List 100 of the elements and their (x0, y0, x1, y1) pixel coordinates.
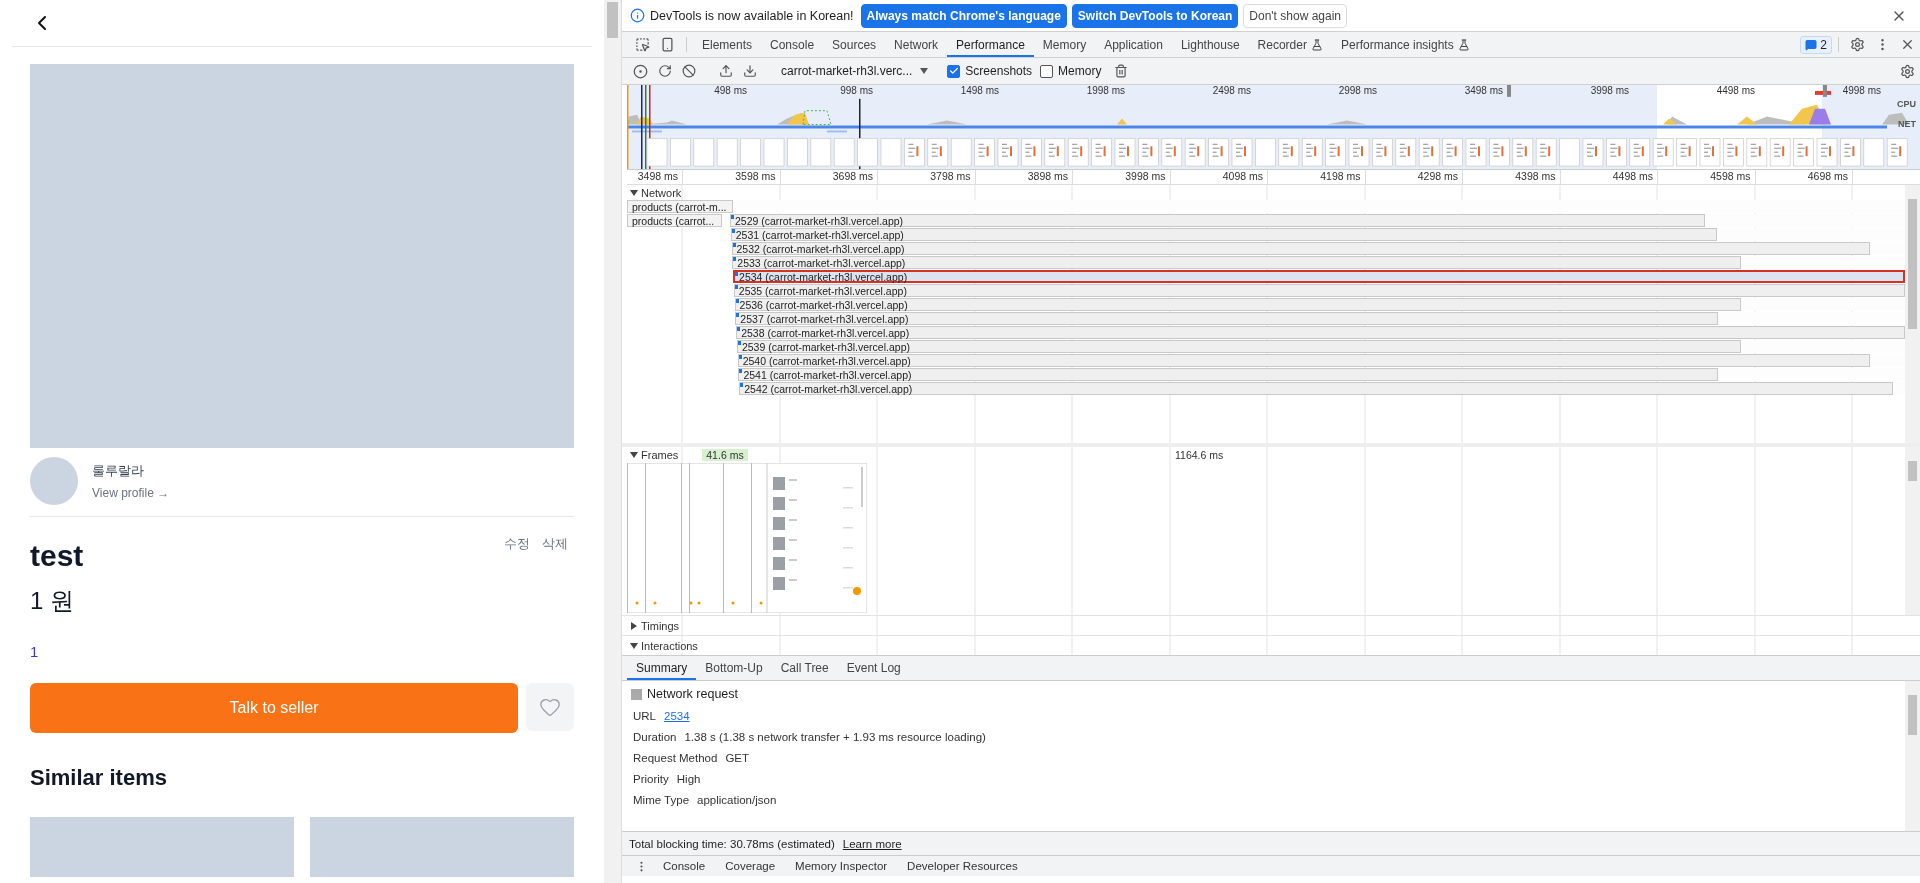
infobar-button[interactable]: Switch DevTools to Korean (1071, 3, 1239, 28)
frame-duration: 1164.6 ms (1175, 449, 1224, 461)
details-tab[interactable]: Bottom-Up (696, 656, 772, 680)
expanded-caret-icon[interactable] (630, 451, 638, 459)
scrollbar[interactable] (1905, 447, 1920, 615)
network-request-bar[interactable]: 2540 (carrot-market-rh3l.vercel.app) (737, 354, 1870, 367)
drawer-tab[interactable]: Console (653, 857, 716, 875)
panel-tab[interactable]: Network (885, 32, 948, 57)
issues-badge[interactable]: 2 (1800, 35, 1832, 54)
action-link[interactable]: 수정 (504, 535, 530, 553)
message-icon (1805, 38, 1818, 51)
network-request-bar[interactable]: 2531 (carrot-market-rh3l.vercel.app) (730, 228, 1718, 241)
panel-tab[interactable]: Recorder (1248, 32, 1332, 57)
time-tick-label: 3998 ms (1073, 170, 1171, 184)
scrollbar[interactable] (604, 0, 622, 883)
avatar (30, 457, 78, 505)
infobar-button[interactable]: Don't show again (1243, 3, 1347, 28)
checkbox[interactable] (947, 64, 961, 78)
field-value: GET (725, 752, 750, 764)
field-label: Request Method (633, 752, 718, 764)
time-tick-label: 4498 ms (1560, 170, 1658, 184)
collapsed-caret-icon[interactable] (630, 621, 638, 630)
time-tick-label: 2498 ms (1211, 85, 1252, 98)
blocking-time-text: Total blocking time: 30.78ms (estimated) (629, 837, 835, 850)
network-request-bar[interactable]: 2534 (carrot-market-rh3l.vercel.app) (733, 270, 1905, 283)
action-link[interactable]: 삭제 (542, 535, 568, 553)
network-request-bar[interactable]: 2533 (carrot-market-rh3l.vercel.app) (732, 256, 1741, 269)
scrollbar[interactable] (1905, 681, 1920, 831)
lane-label: CPU (1897, 99, 1916, 109)
category-swatch (631, 688, 642, 700)
time-tick-label: 4498 ms (1715, 85, 1756, 98)
panel-tab[interactable]: Sources (823, 32, 886, 57)
network-request-bar[interactable]: 2532 (carrot-market-rh3l.vercel.app) (731, 242, 1870, 255)
time-tick-label: 1998 ms (1085, 85, 1126, 98)
time-tick-label: 3498 ms (1463, 85, 1504, 98)
network-request-bar[interactable]: 2542 (carrot-market-rh3l.vercel.app) (739, 382, 1894, 395)
time-tick-label: 4398 ms (1463, 170, 1561, 184)
time-tick-label: 4198 ms (1268, 170, 1366, 184)
product-price: 1 원 (30, 586, 75, 616)
url-link[interactable]: 2534 (664, 710, 690, 722)
panel-tab[interactable]: Console (761, 32, 824, 57)
panel-tab[interactable]: Elements (693, 32, 762, 57)
time-tick-label: 4098 ms (1170, 170, 1268, 184)
network-request-bar[interactable]: products (carrot-m... (627, 200, 734, 213)
time-tick-label: 998 ms (839, 85, 874, 98)
flask-icon (1457, 38, 1470, 51)
panel-tab[interactable]: Lighthouse (1171, 32, 1249, 57)
track-title: Timings (641, 619, 680, 632)
panel-tab[interactable]: Memory (1033, 32, 1096, 57)
time-tick-label: 3498 ms (627, 170, 683, 184)
field-label: URL (633, 710, 656, 722)
heart-icon (539, 696, 561, 718)
caret-icon (920, 68, 929, 74)
time-tick-label: 4298 ms (1365, 170, 1463, 184)
details-tab[interactable]: Event Log (837, 656, 910, 680)
time-tick-label: 3998 ms (1589, 85, 1630, 98)
flask-icon (1310, 38, 1323, 51)
network-request-bar[interactable]: 2529 (carrot-market-rh3l.vercel.app) (730, 214, 1706, 227)
network-request-bar[interactable]: 2538 (carrot-market-rh3l.vercel.app) (736, 326, 1905, 339)
details-tab[interactable]: Summary (627, 656, 697, 680)
view-profile-link[interactable]: View profile → (92, 486, 170, 500)
time-tick-label: 4998 ms (1841, 85, 1882, 98)
panel-tab[interactable]: Application (1095, 32, 1172, 57)
drawer-tab[interactable]: Coverage (715, 857, 786, 875)
panel-tab[interactable]: Performance insights (1331, 32, 1479, 57)
product-description: 1 (30, 643, 40, 660)
network-request-bar[interactable]: products (carrot... (627, 214, 722, 227)
time-tick-label: 3798 ms (878, 170, 976, 184)
frame-duration: 41.6 ms (702, 449, 748, 461)
field-label: Duration (633, 731, 677, 743)
network-request-bar[interactable]: 2541 (carrot-market-rh3l.vercel.app) (738, 368, 1719, 381)
expanded-caret-icon[interactable] (630, 641, 638, 650)
network-request-bar[interactable]: 2539 (carrot-market-rh3l.vercel.app) (736, 340, 1742, 353)
field-value: application/json (697, 794, 777, 806)
lane-label: NET (1898, 119, 1916, 129)
checkbox[interactable] (1040, 64, 1054, 78)
time-tick-label: 1498 ms (959, 85, 1000, 98)
learn-more-link[interactable]: Learn more (842, 837, 902, 850)
scrollbar[interactable] (1905, 185, 1920, 443)
checkbox-label: Memory (1058, 64, 1102, 78)
field-label: Mime Type (633, 794, 690, 806)
drawer-tab[interactable]: Developer Resources (897, 857, 1028, 875)
profile-dropdown[interactable]: carrot-market-rh3l.verc... (775, 64, 935, 78)
track-title: Network (641, 186, 682, 199)
info-icon (630, 8, 645, 23)
time-tick-label: 3698 ms (780, 170, 878, 184)
network-request-bar[interactable]: 2536 (carrot-market-rh3l.vercel.app) (734, 298, 1742, 311)
section-heading: Similar items (30, 765, 168, 791)
time-tick-label: 3598 ms (683, 170, 781, 184)
expanded-caret-icon[interactable] (630, 188, 638, 197)
infobar-button[interactable]: Always match Chrome's language (860, 3, 1067, 28)
network-request-bar[interactable]: 2535 (carrot-market-rh3l.vercel.app) (733, 284, 1905, 297)
infobar-message: DevTools is now available in Korean! (650, 8, 854, 23)
field-value: 1.38 s (1.38 s network transfer + 1.93 ms resource loading) (684, 731, 986, 743)
details-tab[interactable]: Call Tree (771, 656, 838, 680)
time-tick-label: 498 ms (713, 85, 748, 98)
drawer-tab[interactable]: Memory Inspector (785, 857, 898, 875)
product-title: test (30, 539, 84, 573)
network-request-bar[interactable]: 2537 (carrot-market-rh3l.vercel.app) (735, 312, 1718, 325)
time-tick-label: 4698 ms (1755, 170, 1853, 184)
